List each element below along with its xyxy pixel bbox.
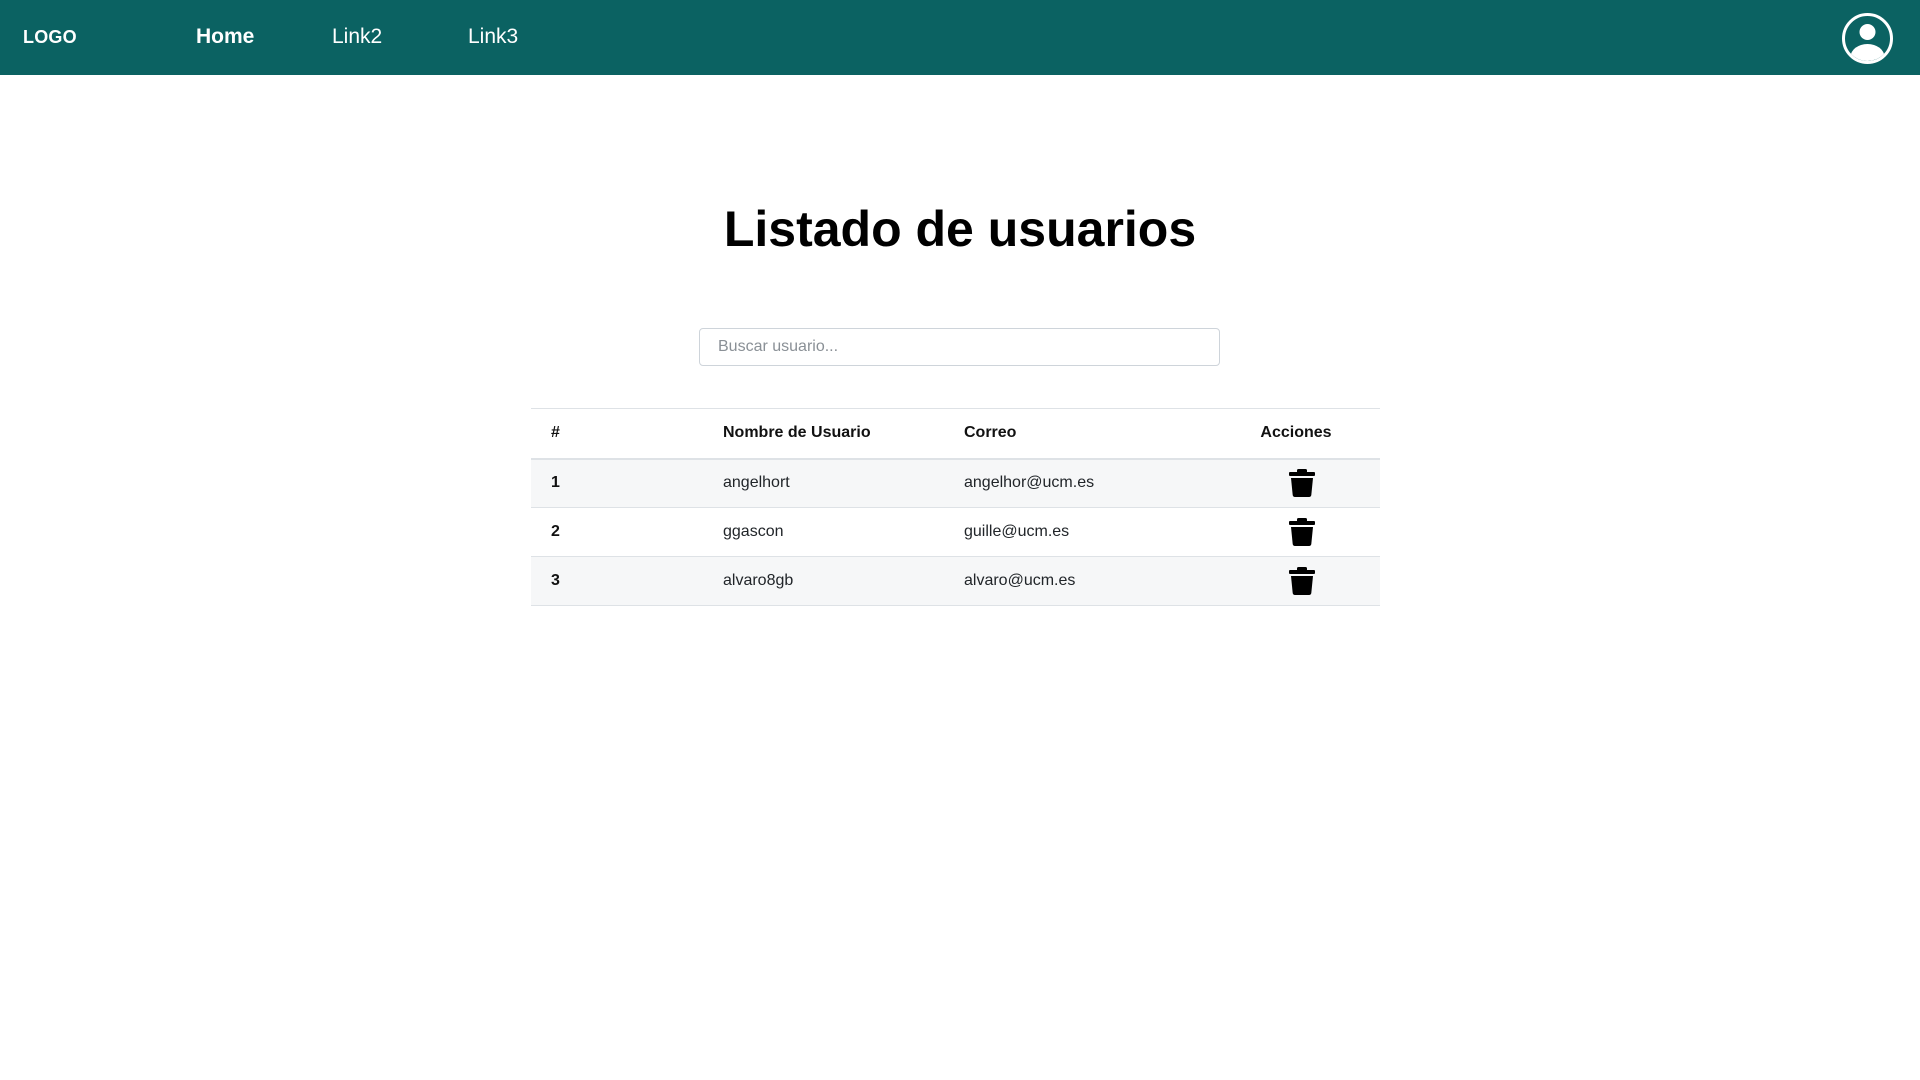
header-actions: Acciones — [1260, 424, 1332, 442]
table-header-row: # Nombre de Usuario Correo Acciones — [531, 408, 1380, 459]
row-username: alvaro8gb — [723, 572, 794, 589]
row-email: alvaro@ucm.es — [964, 572, 1076, 589]
logo[interactable]: LOGO — [23, 27, 77, 48]
trash-icon[interactable] — [1289, 469, 1315, 498]
users-table: # Nombre de Usuario Correo Acciones 1 an… — [531, 408, 1380, 606]
row-email: guille@ucm.es — [964, 523, 1070, 540]
row-actions — [1212, 508, 1380, 557]
row-username: angelhort — [723, 474, 790, 492]
header-number: # — [551, 424, 560, 442]
row-actions — [1212, 557, 1380, 606]
row-actions — [1212, 459, 1380, 508]
row-number: 1 — [551, 474, 560, 492]
row-email: angelhor@ucm.es — [964, 474, 1095, 492]
row-number: 3 — [551, 572, 560, 589]
user-circle-icon[interactable] — [1842, 13, 1893, 64]
table-row: 2 ggascon guille@ucm.es — [531, 508, 1380, 557]
row-number: 2 — [551, 523, 560, 540]
nav-link-link2[interactable]: Link2 — [332, 25, 382, 49]
header-email: Correo — [964, 424, 1017, 442]
search-input[interactable] — [699, 328, 1220, 366]
table-row: 1 angelhort angelhor@ucm.es — [531, 458, 1380, 508]
trash-icon[interactable] — [1289, 567, 1315, 595]
nav-link-home[interactable]: Home — [196, 25, 254, 49]
nav-link-link3[interactable]: Link3 — [468, 25, 518, 49]
trash-icon[interactable] — [1289, 518, 1315, 546]
header-username: Nombre de Usuario — [723, 424, 871, 442]
row-username: ggascon — [723, 523, 784, 540]
page-title: Listado de usuarios — [723, 201, 1197, 257]
navbar: LOGO Home Link2 Link3 — [0, 0, 1920, 75]
table-row: 3 alvaro8gb alvaro@ucm.es — [531, 556, 1380, 606]
